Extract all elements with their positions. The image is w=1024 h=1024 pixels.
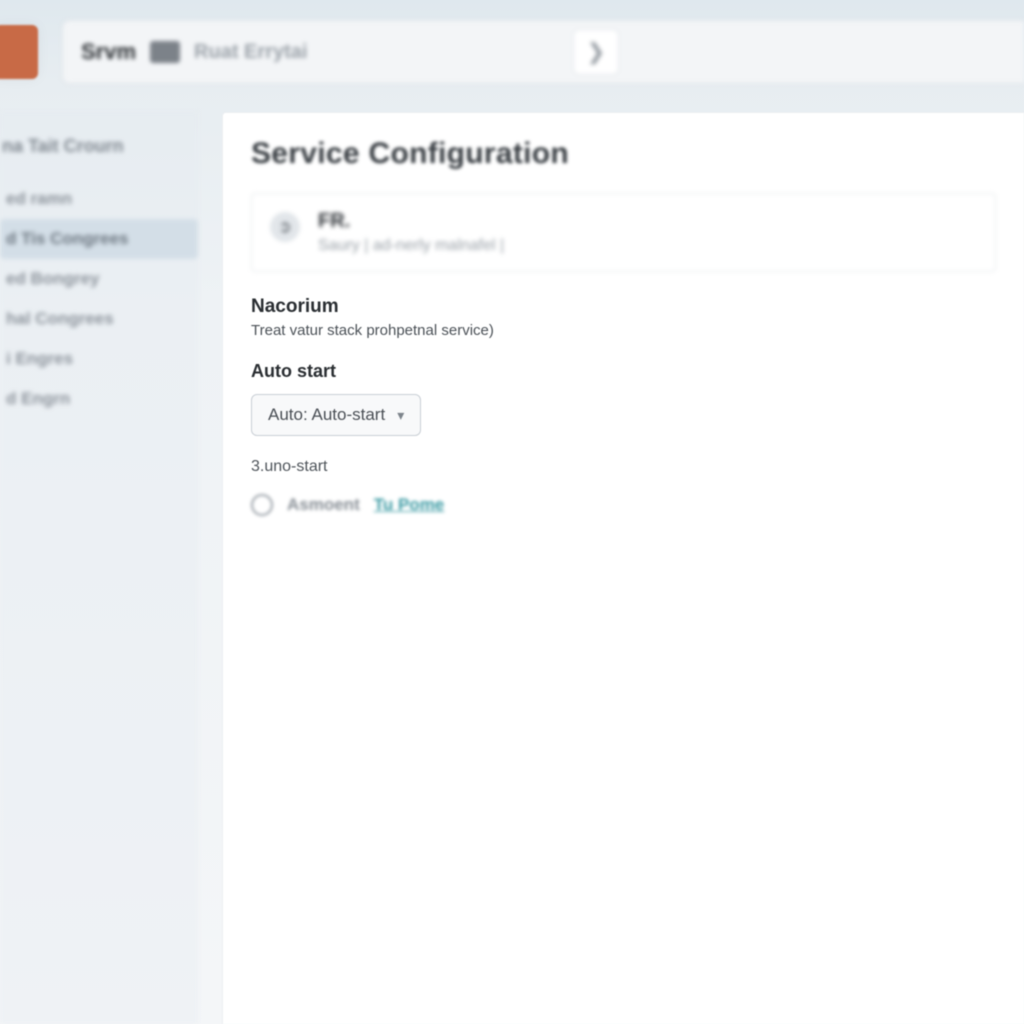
autostart-note: 3.uno-start — [251, 458, 996, 476]
breadcrumb-next-button[interactable]: ❯ — [573, 29, 619, 75]
sidebar-item-1[interactable]: d Tis Congrees — [0, 219, 198, 259]
sidebar-item-2[interactable]: ed Bongrey — [0, 259, 198, 299]
sidebar: na Tait Crourn ed ramn d Tis Congrees ed… — [0, 112, 198, 1024]
section-title: Nacorium — [251, 296, 996, 318]
sidebar-item-label: ed Bongrey — [6, 269, 100, 288]
chevron-down-icon: ▾ — [397, 407, 404, 424]
sidebar-heading: na Tait Crourn — [0, 126, 198, 179]
autostart-select-value: Auto: Auto-start — [268, 405, 385, 425]
sidebar-item-label: hal Congrees — [6, 309, 114, 328]
breadcrumb-primary: Srvm — [81, 39, 136, 65]
circle-arrow-icon: ➲ — [278, 217, 291, 237]
sidebar-item-label: d Tis Congrees — [6, 229, 129, 248]
main-panel: Service Configuration ➲ FR. Saury | ad-n… — [222, 112, 1024, 1024]
sidebar-item-4[interactable]: i Engres — [0, 339, 198, 379]
sidebar-item-0[interactable]: ed ramn — [0, 179, 198, 219]
page-title: Service Configuration — [251, 137, 996, 171]
section-description: Treat vatur stack prohpetnal service) — [251, 322, 996, 339]
service-row-icon: ➲ — [270, 212, 300, 242]
option-row-prefix: Asmoent — [287, 495, 360, 515]
top-bar: Srvm Ruat Errytai ❯ — [0, 8, 1024, 96]
autostart-label: Auto start — [251, 361, 996, 382]
sidebar-item-5[interactable]: d Engrn — [0, 379, 198, 419]
radio-icon[interactable] — [251, 494, 273, 516]
sidebar-item-label: i Engres — [6, 349, 73, 368]
sidebar-item-label: d Engrn — [6, 389, 70, 408]
option-row[interactable]: Asmoent Tu Pome — [251, 494, 996, 516]
service-summary-row[interactable]: ➲ FR. Saury | ad-nerly malnafel | — [251, 193, 996, 272]
option-row-link[interactable]: Tu Pome — [374, 495, 445, 515]
breadcrumb-secondary: Ruat Errytai — [194, 41, 307, 64]
breadcrumb[interactable]: Srvm Ruat Errytai ❯ — [62, 20, 1024, 84]
service-row-subtitle: Saury | ad-nerly malnafel | — [318, 237, 504, 255]
app-logo-icon — [0, 25, 38, 79]
service-row-text: FR. Saury | ad-nerly malnafel | — [318, 210, 504, 255]
sidebar-item-3[interactable]: hal Congrees — [0, 299, 198, 339]
autostart-select[interactable]: Auto: Auto-start ▾ — [251, 394, 421, 436]
chevron-right-icon: ❯ — [587, 39, 605, 65]
service-row-title: FR. — [318, 210, 504, 233]
breadcrumb-chip-icon — [150, 41, 180, 63]
sidebar-item-label: ed ramn — [6, 189, 72, 208]
